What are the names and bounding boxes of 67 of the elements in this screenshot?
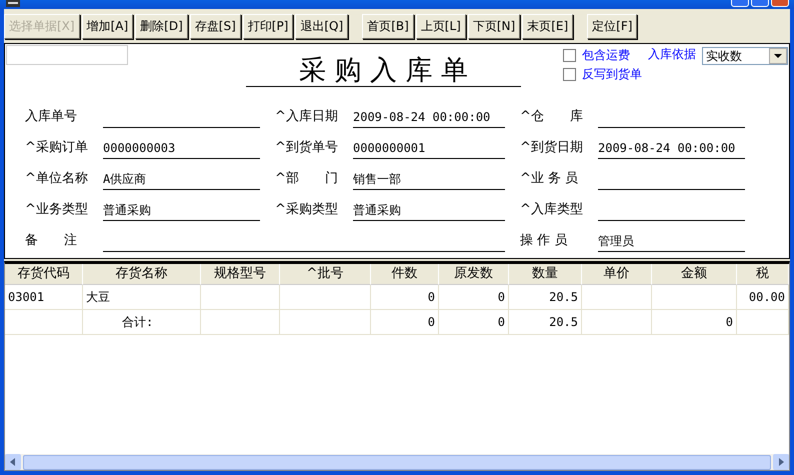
- field-label: ^到货日期: [520, 139, 584, 157]
- table-cell: 合计:: [83, 310, 201, 335]
- field-label: 入库单号: [25, 108, 78, 126]
- input-field[interactable]: 0000000003: [103, 138, 260, 159]
- table-cell: 0: [439, 310, 509, 335]
- field-label: ^单位名称: [25, 170, 89, 188]
- input-field[interactable]: A供应商: [103, 169, 260, 190]
- field-label: ^入库类型: [520, 201, 584, 219]
- column-header[interactable]: 税: [737, 264, 789, 285]
- toolbar-button[interactable]: 首页[B]: [362, 14, 414, 39]
- column-header[interactable]: 存货名称: [83, 264, 201, 285]
- table-cell: 03001: [5, 285, 83, 310]
- field-label: ^仓 库: [520, 108, 584, 126]
- toolbar-button[interactable]: 删除[D]: [135, 14, 188, 39]
- toolbar-button[interactable]: 存盘[S]: [190, 14, 241, 39]
- column-header[interactable]: 规格型号: [201, 264, 280, 285]
- column-header[interactable]: 件数: [371, 264, 439, 285]
- field-label: ^到货单号: [275, 139, 339, 157]
- checkbox[interactable]: [563, 49, 576, 62]
- column-header[interactable]: 数量: [509, 264, 582, 285]
- toolbar-button[interactable]: 增加[A]: [82, 14, 134, 39]
- table-cell: 0: [371, 285, 439, 310]
- toolbar-button[interactable]: 上页[L]: [416, 14, 466, 39]
- scroll-left-icon[interactable]: [5, 454, 21, 470]
- field-label: ^采购类型: [275, 201, 339, 219]
- field-label: ^采购订单: [25, 139, 89, 157]
- toolbar-button[interactable]: 定位[F]: [587, 14, 638, 39]
- table-cell: 20.5: [509, 310, 582, 335]
- toolbar-button[interactable]: 退出[Q]: [295, 14, 348, 39]
- input-field[interactable]: 销售一部: [353, 169, 505, 190]
- column-header[interactable]: ^批号: [280, 264, 371, 285]
- input-field[interactable]: 普通采购: [353, 200, 505, 221]
- column-header[interactable]: 金额: [652, 264, 737, 285]
- input-field[interactable]: 管理员: [598, 231, 745, 252]
- form-title: 采 购 入 库 单: [246, 56, 521, 87]
- field-label: 备 注: [25, 232, 78, 250]
- column-header[interactable]: 原发数: [439, 264, 509, 285]
- toolbar-button[interactable]: 末页[E]: [522, 14, 574, 39]
- field-label: ^部 门: [275, 170, 339, 188]
- scroll-right-icon[interactable]: [773, 454, 789, 470]
- input-field[interactable]: 2009-08-24 00:00:00: [598, 138, 745, 159]
- table-cell: [582, 310, 652, 335]
- table-cell: 0: [439, 285, 509, 310]
- table-cell: 0: [371, 310, 439, 335]
- table-cell: 大豆: [83, 285, 201, 310]
- toolbar-button[interactable]: 打印[P]: [242, 14, 294, 39]
- table-cell: 20.5: [509, 285, 582, 310]
- basis-label: 入库依据: [648, 46, 696, 63]
- input-field[interactable]: 普通采购: [103, 200, 260, 221]
- app-icon: [5, 0, 21, 8]
- toolbar-button[interactable]: 下页[N]: [468, 14, 520, 39]
- checkbox-label[interactable]: 反写到货单: [582, 66, 642, 83]
- column-header[interactable]: 存货代码: [5, 264, 83, 285]
- field-label: ^业务类型: [25, 201, 89, 219]
- table-cell: 00.00: [737, 285, 789, 310]
- column-header[interactable]: 单价: [582, 264, 652, 285]
- field-label: ^入库日期: [275, 108, 339, 126]
- field-label: 操 作 员: [520, 232, 568, 250]
- input-field[interactable]: 0000000001: [353, 138, 505, 159]
- table-cell: 0: [652, 310, 737, 335]
- field-label: ^业 务 员: [520, 170, 580, 188]
- checkbox[interactable]: [563, 68, 576, 81]
- table-cell: [582, 285, 652, 310]
- table-cell: [737, 310, 789, 335]
- input-field[interactable]: 2009-08-24 00:00:00: [353, 107, 505, 128]
- checkbox-label[interactable]: 包含运费: [582, 47, 630, 64]
- basis-dropdown[interactable]: 实收数: [702, 47, 788, 65]
